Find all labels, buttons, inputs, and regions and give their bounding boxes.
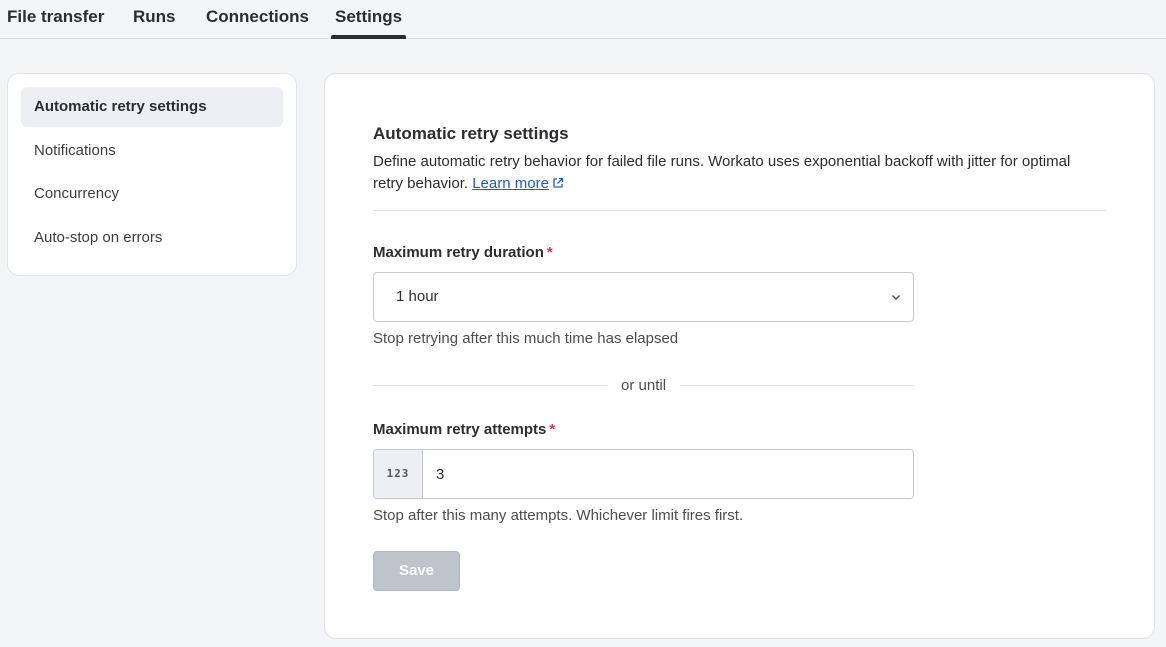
required-mark: * [546, 244, 553, 261]
tab-file-transfer[interactable]: File transfer [7, 0, 104, 39]
section-title: Automatic retry settings [373, 124, 569, 143]
required-mark: * [549, 421, 556, 438]
duration-hint: Stop retrying after this much time has e… [373, 330, 679, 347]
learn-more-link[interactable]: Learn more [472, 175, 549, 192]
save-button[interactable]: Save [373, 551, 460, 591]
chevron-down-icon [892, 295, 900, 300]
tab-runs[interactable]: Runs [133, 0, 176, 39]
retry-duration-select[interactable]: 1 hour [373, 272, 914, 322]
sidebar-item-concurrency[interactable]: Concurrency [21, 174, 283, 214]
retry-attempts-field: 123 [373, 449, 914, 499]
attempts-label-text: Maximum retry attempts [373, 421, 547, 438]
sidebar-item-notifications[interactable]: Notifications [21, 131, 283, 171]
or-until-text: or until [621, 377, 667, 394]
number-type-icon: 123 [374, 450, 423, 498]
tab-settings[interactable]: Settings [330, 0, 407, 39]
attempts-hint: Stop after this many attempts. Whichever… [373, 507, 744, 524]
duration-label-text: Maximum retry duration [373, 244, 544, 261]
tab-connections[interactable]: Connections [206, 0, 309, 39]
top-navigation: File transfer Runs Connections Settings [0, 0, 1166, 39]
settings-sidebar: Automatic retry settings Notifications C… [7, 73, 297, 276]
retry-attempts-input[interactable] [424, 450, 913, 498]
section-description: Define automatic retry behavior for fail… [373, 151, 1103, 195]
duration-label: Maximum retry duration * [373, 244, 553, 261]
or-divider-right [680, 385, 914, 386]
sidebar-item-auto-stop-on-errors[interactable]: Auto-stop on errors [21, 218, 283, 258]
or-divider-left [373, 385, 607, 386]
settings-panel: Automatic retry settings Define automati… [324, 73, 1155, 639]
retry-duration-value: 1 hour [396, 288, 439, 305]
section-divider [373, 210, 1106, 211]
sidebar-item-automatic-retry-settings[interactable]: Automatic retry settings [21, 87, 283, 127]
external-link-icon[interactable] [552, 177, 564, 189]
attempts-label: Maximum retry attempts * [373, 421, 555, 438]
